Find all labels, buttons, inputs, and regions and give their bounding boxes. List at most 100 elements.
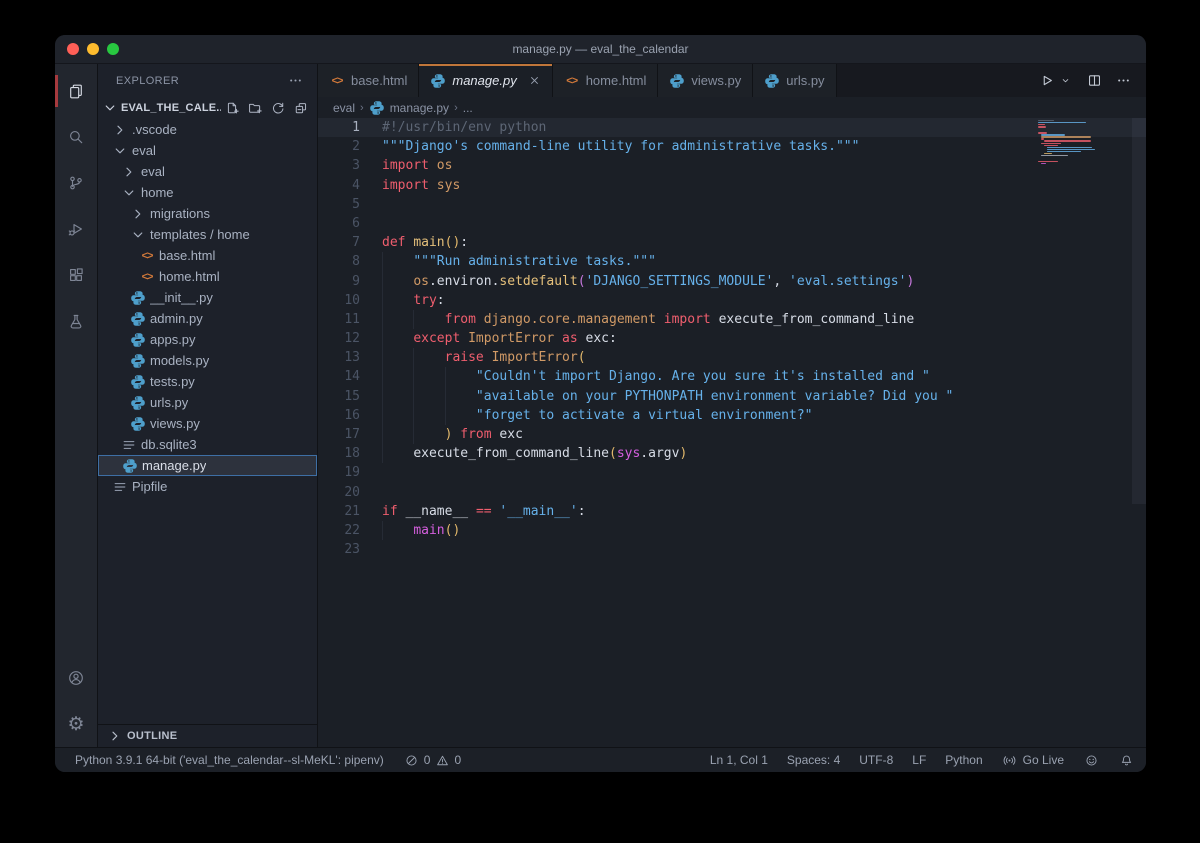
code-line[interactable]: 21if __name__ == '__main__': [318, 502, 1146, 521]
breadcrumb-item[interactable]: manage.py [390, 101, 449, 115]
tab-base.html[interactable]: <>base.html [318, 64, 419, 97]
file-icon [112, 479, 128, 495]
tree-item-eval[interactable]: eval [98, 161, 317, 182]
outline-section-header[interactable]: OUTLINE [98, 724, 317, 747]
status-go-live[interactable]: Go Live [1002, 752, 1064, 768]
tree-item-urls.py[interactable]: urls.py [98, 392, 317, 413]
code-line[interactable]: 4import sys [318, 176, 1146, 195]
explorer-more-actions-icon[interactable] [287, 73, 303, 89]
code-line[interactable]: 22 main() [318, 521, 1146, 540]
activity-bar-settings[interactable]: ⚙ [55, 701, 97, 747]
zoom-window-button[interactable] [107, 43, 119, 55]
notifications-bell-icon[interactable] [1118, 752, 1134, 768]
status-indentation[interactable]: Spaces: 4 [787, 753, 840, 767]
tree-item-tests.py[interactable]: tests.py [98, 371, 317, 392]
indent-guide [382, 310, 383, 329]
minimize-window-button[interactable] [87, 43, 99, 55]
feedback-icon[interactable] [1083, 752, 1099, 768]
activity-bar-search[interactable] [55, 114, 97, 160]
close-tab-icon[interactable] [528, 74, 541, 87]
activity-bar-run-and-debug[interactable] [55, 206, 97, 252]
tree-item-pipfile[interactable]: Pipfile [98, 476, 317, 497]
minimap[interactable] [1038, 120, 1112, 167]
tree-item-base.html[interactable]: <>base.html [98, 245, 317, 266]
activity-bar-testing[interactable] [55, 298, 97, 344]
code-line-text: if __name__ == '__main__': [382, 502, 586, 521]
code-line[interactable]: 7def main(): [318, 233, 1146, 252]
code-line[interactable]: 8 """Run administrative tasks.""" [318, 252, 1146, 271]
split-editor-icon[interactable] [1086, 73, 1102, 89]
status-cursor-position[interactable]: Ln 1, Col 1 [710, 753, 768, 767]
code-line[interactable]: 14 "Couldn't import Django. Are you sure… [318, 367, 1146, 386]
code-line-text: import os [382, 156, 452, 175]
code-line[interactable]: 19 [318, 463, 1146, 482]
code-editor[interactable]: 1#!/usr/bin/env python2"""Django's comma… [318, 118, 1146, 747]
problems-status[interactable]: 0 0 [404, 752, 461, 768]
activity-bar-accounts[interactable] [55, 655, 97, 701]
code-line[interactable]: 20 [318, 483, 1146, 502]
tab-manage.py[interactable]: manage.py [419, 64, 552, 97]
activity-bar-source-control[interactable] [55, 160, 97, 206]
indent-guide [382, 291, 383, 310]
code-line[interactable]: 15 "available on your PYTHONPATH environ… [318, 387, 1146, 406]
tree-item-admin.py[interactable]: admin.py [98, 308, 317, 329]
code-line[interactable]: 13 raise ImportError( [318, 348, 1146, 367]
code-line[interactable]: 2"""Django's command-line utility for ad… [318, 137, 1146, 156]
status-encoding[interactable]: UTF-8 [859, 753, 893, 767]
tree-item-apps.py[interactable]: apps.py [98, 329, 317, 350]
indent-guide [382, 252, 383, 271]
python-file-icon [130, 311, 146, 327]
run-icon[interactable] [1038, 73, 1054, 89]
code-line[interactable]: 18 execute_from_command_line(sys.argv) [318, 444, 1146, 463]
new-folder-icon[interactable] [247, 100, 263, 116]
activity-bar-explorer[interactable] [55, 68, 97, 114]
python-file-icon [764, 73, 780, 89]
code-line[interactable]: 11 from django.core.management import ex… [318, 310, 1146, 329]
code-line[interactable]: 9 os.environ.setdefault('DJANGO_SETTINGS… [318, 272, 1146, 291]
tree-item-home[interactable]: home [98, 182, 317, 203]
activity-bar-extensions[interactable] [55, 252, 97, 298]
chevron-right-icon [107, 728, 123, 744]
status-eol[interactable]: LF [912, 753, 926, 767]
breadcrumb-item[interactable]: eval [333, 101, 355, 115]
code-line[interactable]: 1#!/usr/bin/env python [318, 118, 1146, 137]
status-bar-right: Ln 1, Col 1 Spaces: 4 UTF-8 LF Python Go Live [710, 752, 1134, 768]
tab-urls.py[interactable]: urls.py [753, 64, 836, 97]
refresh-icon[interactable] [270, 100, 286, 116]
tree-item-.vscode[interactable]: .vscode [98, 119, 317, 140]
code-line[interactable]: 17 ) from exc [318, 425, 1146, 444]
close-window-button[interactable] [67, 43, 79, 55]
workspace-section-header[interactable]: EVAL_THE_CALE... [98, 97, 317, 119]
tree-item-templates-home[interactable]: templates / home [98, 224, 317, 245]
code-line[interactable]: 16 "forget to activate a virtual environ… [318, 406, 1146, 425]
status-language-mode[interactable]: Python [945, 753, 982, 767]
indent-guide [445, 387, 446, 406]
code-line[interactable]: 12 except ImportError as exc: [318, 329, 1146, 348]
html-file-icon: <> [329, 73, 345, 89]
tree-item-models.py[interactable]: models.py [98, 350, 317, 371]
run-dropdown-chevron-icon[interactable] [1057, 73, 1073, 89]
code-line[interactable]: 3 import os [318, 156, 1146, 175]
code-line[interactable]: 6 [318, 214, 1146, 233]
tree-item-home.html[interactable]: <>home.html [98, 266, 317, 287]
breadcrumb-item[interactable]: ... [463, 101, 473, 115]
code-line[interactable]: 23 [318, 540, 1146, 559]
tree-item--init-.py[interactable]: __init__.py [98, 287, 317, 308]
tree-item-views.py[interactable]: views.py [98, 413, 317, 434]
breadcrumb[interactable]: eval›manage.py›... [318, 97, 1146, 118]
new-file-icon[interactable] [224, 100, 240, 116]
code-line[interactable]: 10 try: [318, 291, 1146, 310]
editor-scrollbar[interactable] [1132, 118, 1146, 504]
python-interpreter-status[interactable]: Python 3.9.1 64-bit ('eval_the_calendar-… [75, 753, 384, 767]
tree-item-manage.py[interactable]: manage.py [98, 455, 317, 476]
collapse-all-icon[interactable] [293, 100, 309, 116]
tab-home.html[interactable]: <>home.html [553, 64, 659, 97]
line-number: 3 [318, 156, 360, 175]
tree-item-eval[interactable]: eval [98, 140, 317, 161]
tab-views.py[interactable]: views.py [658, 64, 753, 97]
code-line[interactable]: 5 [318, 195, 1146, 214]
tree-item-migrations[interactable]: migrations [98, 203, 317, 224]
more-actions-icon[interactable] [1115, 73, 1131, 89]
tree-item-db.sqlite3[interactable]: db.sqlite3 [98, 434, 317, 455]
line-number: 1 [318, 118, 360, 137]
